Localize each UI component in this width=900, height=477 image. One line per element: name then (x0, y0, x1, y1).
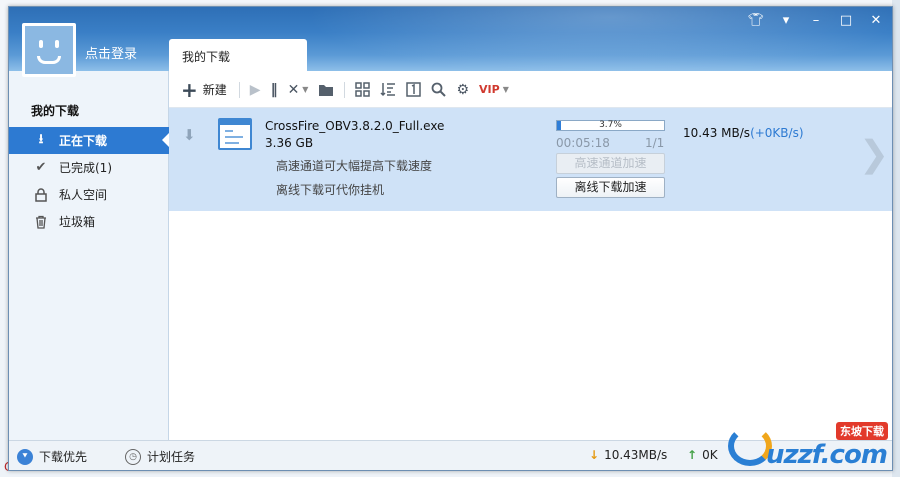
schedule-label: 计划任务 (147, 450, 196, 464)
toolbar-divider (238, 81, 240, 98)
sidebar-item-label: 私人空间 (59, 188, 108, 202)
avatar[interactable] (22, 23, 76, 77)
sidebar-item-trash[interactable]: 垃圾箱 (9, 208, 169, 235)
plus-icon: + (181, 77, 198, 102)
priority-icon: ⯆ (17, 448, 33, 465)
play-icon[interactable]: ▶ (250, 78, 261, 102)
window-controls: 👕︎ ▾ – □ ✕ (746, 13, 886, 29)
progress-percent: 3.7% (599, 120, 622, 130)
arrow-down-icon: ↓ (589, 448, 600, 462)
login-link[interactable]: 点击登录 (85, 43, 137, 62)
single-task-icon[interactable] (406, 78, 422, 102)
chevron-right-icon[interactable]: ❯ (859, 134, 889, 175)
parts-count: 1/1 (645, 136, 665, 150)
new-button[interactable]: + 新建 (181, 78, 227, 102)
check-icon: ✔ (35, 160, 47, 175)
clock-icon: ◷ (125, 448, 141, 465)
tab-my-downloads[interactable]: 我的下载 (169, 39, 307, 72)
vip-icon[interactable]: VIP ▼ (479, 78, 509, 102)
arrow-up-icon: ↑ (687, 448, 698, 462)
lock-icon (33, 187, 49, 203)
close-icon[interactable]: ✕ (866, 13, 886, 29)
pause-icon[interactable]: ‖ (271, 78, 278, 102)
up-speed-value: 0K (702, 448, 718, 462)
skin-icon[interactable]: 👕︎ (746, 13, 766, 29)
download-priority-toggle[interactable]: ⯆ 下载优先 (17, 448, 87, 465)
vip-label: VIP (479, 83, 500, 96)
speed-value: 10.43 MB/s (683, 126, 751, 140)
new-button-label: 新建 (202, 83, 227, 97)
sidebar: 我的下载 ⭳ 正在下载 ✔ 已完成(1) 私人空间 垃圾箱 (9, 71, 170, 440)
minimize-icon[interactable]: – (806, 13, 826, 29)
offline-download-button[interactable]: 离线下载加速 (556, 177, 665, 198)
offline-hint: 离线下载可代你挂机 (276, 183, 385, 197)
menu-icon[interactable]: ▾ (776, 13, 796, 29)
watermark-logo: 东坡下载 uzzf.com (728, 418, 898, 474)
scheduled-tasks-button[interactable]: ◷ 计划任务 (125, 448, 195, 465)
priority-label: 下载优先 (39, 450, 88, 464)
download-icon: ⭳ (38, 131, 44, 147)
upload-speed: (+0KB/s) (750, 126, 804, 140)
progress-bar: 3.7% (556, 120, 665, 131)
fast-channel-button[interactable]: 高速通道加速 (556, 153, 665, 174)
grid-view-icon[interactable] (355, 78, 371, 102)
sidebar-item-label: 垃圾箱 (59, 215, 96, 229)
delete-icon[interactable]: ✕ ▼ (288, 78, 309, 102)
download-speed: 10.43 MB/s(+0KB/s) (683, 126, 804, 140)
sidebar-item-completed[interactable]: ✔ 已完成(1) (9, 154, 169, 181)
total-upload-speed: ↑ 0K (687, 448, 718, 462)
total-download-speed: ↓ 10.43MB/s (589, 448, 667, 462)
file-size: 3.36 GB (265, 136, 314, 150)
gear-icon[interactable]: ⚙ (456, 78, 469, 102)
sidebar-item-label: 正在下载 (59, 134, 108, 148)
sidebar-item-label: 已完成(1) (59, 161, 112, 175)
search-icon[interactable] (431, 78, 447, 102)
sidebar-item-downloading[interactable]: ⭳ 正在下载 (9, 127, 170, 154)
elapsed-time: 00:05:18 (556, 136, 610, 150)
down-speed-value: 10.43MB/s (604, 448, 668, 462)
sidebar-title: 我的下载 (31, 104, 80, 118)
sort-icon[interactable] (380, 78, 396, 102)
list-item[interactable]: ⬇ CrossFire_OBV3.8.2.0_Full.exe 3.36 GB … (169, 108, 892, 211)
toolbar-divider (344, 81, 346, 98)
folder-icon[interactable] (318, 78, 334, 102)
fast-channel-hint: 高速通道可大幅提高下载速度 (276, 159, 433, 173)
background-edge (892, 0, 900, 477)
file-name: CrossFire_OBV3.8.2.0_Full.exe (265, 119, 445, 133)
chevron-down-icon[interactable]: ▼ (503, 85, 509, 94)
chevron-down-icon[interactable]: ▼ (302, 85, 308, 94)
toolbar: + 新建 ▶ ‖ ✕ ▼ ⚙ VIP ▼ (169, 72, 892, 108)
file-icon (218, 118, 252, 150)
trash-icon (33, 214, 49, 230)
arrow-down-icon: ⬇ (183, 126, 196, 144)
sidebar-item-private-space[interactable]: 私人空间 (9, 181, 169, 208)
watermark-badge: 东坡下载 (836, 422, 888, 440)
maximize-icon[interactable]: □ (836, 13, 856, 29)
avatar-face-icon (25, 26, 73, 74)
download-manager-window: 点击登录 👕︎ ▾ – □ ✕ 我的下载 我的下载 ⭳ 正在下载 ✔ 已完成(1… (8, 6, 893, 471)
download-list: ⬇ CrossFire_OBV3.8.2.0_Full.exe 3.36 GB … (169, 108, 892, 440)
watermark-text: uzzf.com (766, 440, 888, 470)
